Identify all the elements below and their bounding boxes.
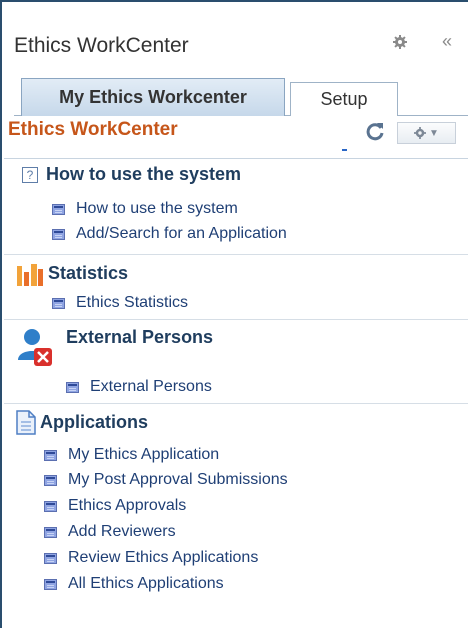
tab-setup[interactable]: Setup <box>290 82 398 116</box>
bar-chart-icon <box>17 264 43 286</box>
page-icon <box>44 578 57 590</box>
section-how-to-use: ? How to use the system How to use the s… <box>4 159 468 255</box>
help-icon: ? <box>22 166 38 183</box>
section-title: Applications <box>40 412 149 432</box>
link-ethics-approvals[interactable]: Ethics Approvals <box>44 497 186 515</box>
gear-icon <box>414 127 427 139</box>
section-header[interactable]: External Persons <box>66 327 213 348</box>
section-header[interactable]: Statistics <box>16 260 128 286</box>
pagelet-options-button[interactable]: ▼ <box>397 122 456 144</box>
page-icon <box>44 552 57 564</box>
section-title: How to use the system <box>46 164 242 184</box>
section-header[interactable]: ? How to use the system <box>22 164 241 185</box>
link-label: Review Ethics Applications <box>68 549 259 566</box>
section-external-persons: External Persons External Persons <box>4 321 468 404</box>
link-label: Ethics Statistics <box>76 294 189 311</box>
page-icon <box>66 381 79 393</box>
pagelet-header: Ethics WorkCenter ▼ <box>4 116 468 159</box>
refresh-link-underline <box>342 149 347 151</box>
page-icon <box>44 500 57 512</box>
page-icon <box>44 526 57 538</box>
page-icon <box>44 474 57 486</box>
link-add-search-application[interactable]: Add/Search for an Application <box>52 225 287 243</box>
tab-my-ethics-workcenter[interactable]: My Ethics Workcenter <box>21 78 285 116</box>
link-my-post-approval-submissions[interactable]: My Post Approval Submissions <box>44 471 288 489</box>
page-icon <box>52 228 65 240</box>
page-icon <box>52 203 65 215</box>
pagelet-title: Ethics WorkCenter <box>8 119 178 140</box>
refresh-icon[interactable] <box>364 120 386 142</box>
workcenter-panel: Ethics WorkCenter « My Ethics Workcenter… <box>0 0 468 628</box>
section-title: External Persons <box>66 327 214 347</box>
link-label: External Persons <box>90 378 212 395</box>
link-external-persons[interactable]: External Persons <box>66 378 212 396</box>
section-title: Statistics <box>48 262 129 283</box>
link-label: Add Reviewers <box>68 523 176 540</box>
link-label: Add/Search for an Application <box>76 225 287 242</box>
link-label: My Ethics Application <box>68 446 220 463</box>
section-statistics: Statistics Ethics Statistics <box>4 256 468 320</box>
link-all-ethics-applications[interactable]: All Ethics Applications <box>44 575 224 593</box>
link-label: All Ethics Applications <box>68 575 224 592</box>
workcenter-title: Ethics WorkCenter <box>14 34 189 57</box>
link-how-to-use-the-system[interactable]: How to use the system <box>52 200 238 218</box>
chevron-down-icon: ▼ <box>429 127 439 139</box>
link-label: How to use the system <box>76 200 238 217</box>
link-review-ethics-applications[interactable]: Review Ethics Applications <box>44 549 258 567</box>
section-header[interactable]: Applications <box>16 410 148 435</box>
link-label: My Post Approval Submissions <box>68 471 288 488</box>
page-icon <box>44 449 57 461</box>
gear-icon[interactable] <box>393 35 407 49</box>
document-icon <box>16 410 36 435</box>
link-my-ethics-application[interactable]: My Ethics Application <box>44 446 219 464</box>
page-icon <box>52 297 65 309</box>
link-add-reviewers[interactable]: Add Reviewers <box>44 523 176 541</box>
section-applications: Applications My Ethics Application My Po… <box>4 405 468 605</box>
person-remove-icon <box>18 329 52 366</box>
link-label: Ethics Approvals <box>68 497 187 514</box>
collapse-panel-icon[interactable]: « <box>442 32 452 50</box>
link-ethics-statistics[interactable]: Ethics Statistics <box>52 294 188 312</box>
